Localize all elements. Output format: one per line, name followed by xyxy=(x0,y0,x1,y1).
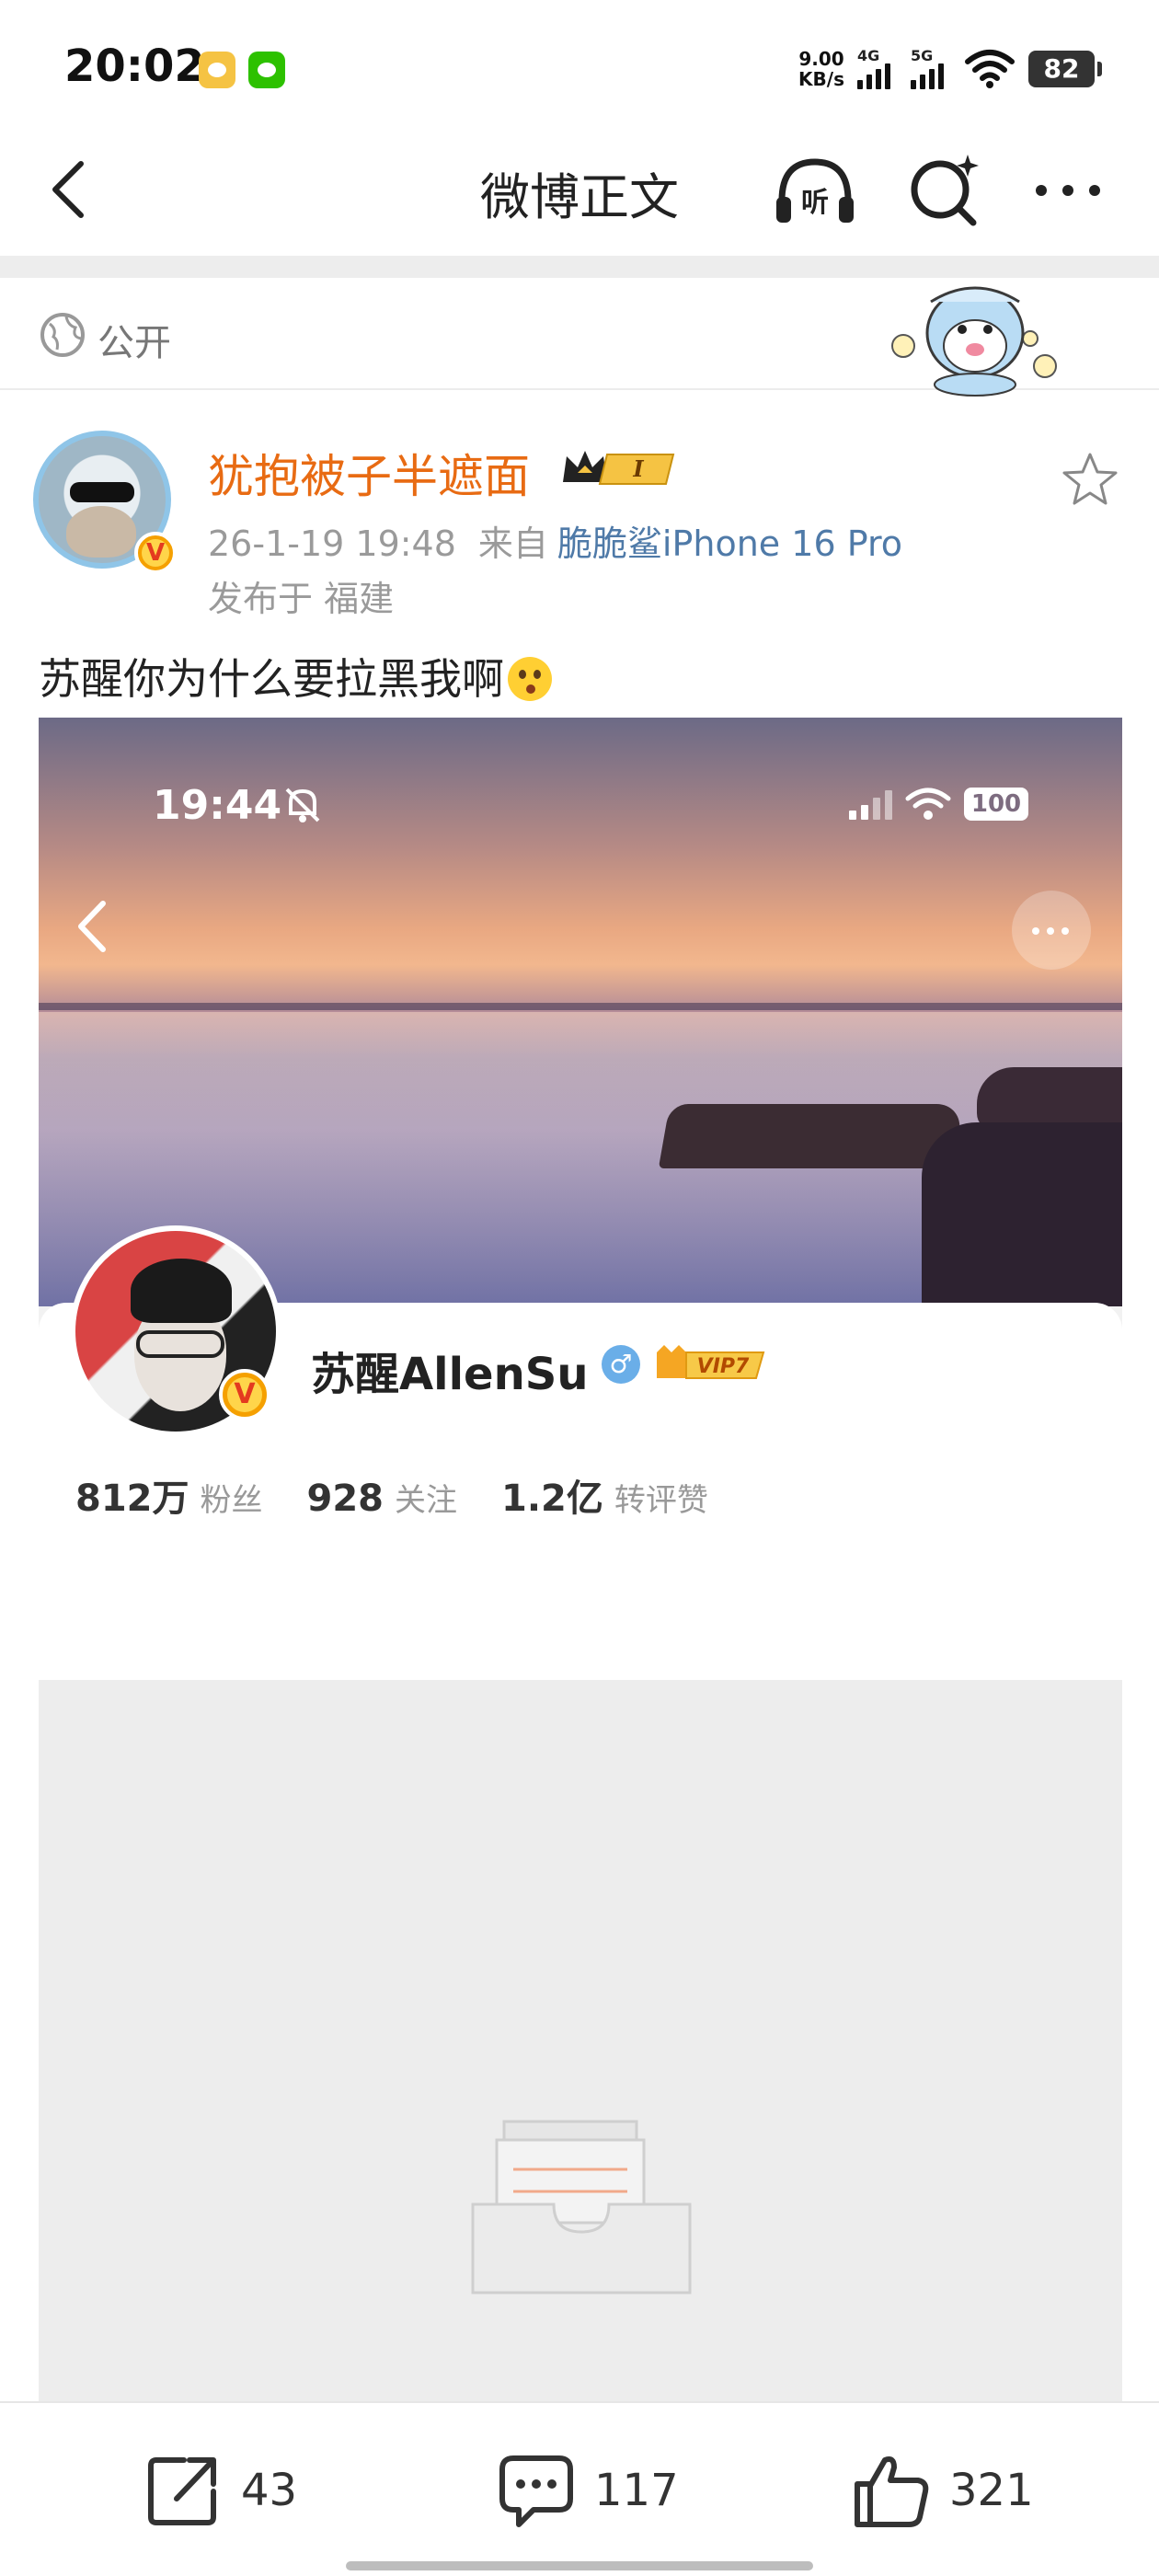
comment-button[interactable]: 117 xyxy=(497,2449,679,2532)
net-speed-unit: KB/s xyxy=(798,68,844,90)
net-type-label: 5G xyxy=(911,47,934,64)
inner-status-right: 100 xyxy=(849,788,1028,821)
device-link[interactable]: 脆脆鲨iPhone 16 Pro xyxy=(557,523,902,564)
wechat-icon xyxy=(248,52,285,88)
net-speed-value: 9.00 xyxy=(798,48,844,70)
vip-crown-badge-icon: VIP7 xyxy=(657,1345,765,1379)
embedded-verified-badge-icon: V xyxy=(219,1369,270,1420)
inner-status-time: 19:44 xyxy=(153,782,282,829)
mute-bell-icon xyxy=(285,788,320,822)
search-sparkle-icon[interactable] xyxy=(903,149,986,232)
inner-more-dots-icon xyxy=(1012,891,1091,970)
male-gender-icon: ♂ xyxy=(602,1345,640,1384)
stat-following: 928 关注 xyxy=(306,1478,458,1520)
profile-stats: 812万 粉丝 928 关注 1.2亿 转评赞 xyxy=(75,1468,708,1522)
embedded-profile-name: 苏醒AllenSu xyxy=(311,1349,589,1400)
comment-count: 117 xyxy=(594,2465,679,2516)
status-time: 20:02 xyxy=(64,40,205,92)
surprised-face-emoji-icon xyxy=(508,657,552,701)
signal-icon: 4G xyxy=(857,47,898,89)
vip-label: VIP7 xyxy=(697,1355,750,1378)
stat-interactions: 1.2亿 转评赞 xyxy=(501,1478,708,1520)
home-indicator[interactable] xyxy=(346,2561,813,2570)
visibility-label: 公开 xyxy=(98,322,171,364)
post-text-content: 苏醒你为什么要拉黑我啊 xyxy=(39,654,504,704)
share-icon xyxy=(148,2457,216,2525)
post-location: 发布于 福建 xyxy=(208,579,395,619)
author-username[interactable]: 犹抱被子半遮面 xyxy=(208,440,530,506)
verified-v-badge-icon: V xyxy=(134,532,177,574)
level-badge-label: I xyxy=(632,455,644,482)
listen-headphones-icon[interactable]: 听 xyxy=(769,149,861,232)
author-avatar[interactable]: V xyxy=(33,431,177,574)
wifi-icon xyxy=(965,50,1015,88)
stat-followers: 812万 粉丝 xyxy=(75,1478,263,1520)
thumbs-up-icon xyxy=(855,2456,929,2527)
section-divider xyxy=(0,256,1159,278)
post-meta: 26-1-19 19:48 来自 脆脆鲨iPhone 16 Pro xyxy=(208,515,902,566)
inner-battery-icon: 100 xyxy=(964,788,1028,821)
nav-bar: 微博正文 听 xyxy=(0,129,1159,248)
battery-icon: 82 xyxy=(1028,51,1102,87)
share-button[interactable]: 43 xyxy=(143,2449,297,2532)
more-dots-icon[interactable] xyxy=(1027,149,1109,232)
signal-icon: 5G xyxy=(911,47,951,89)
inner-signal-icon xyxy=(849,788,892,820)
comment-bubble-icon xyxy=(499,2455,573,2527)
like-button[interactable]: 321 xyxy=(852,2449,1034,2532)
shark-mascot-sticker-icon xyxy=(891,286,1057,397)
embedded-profile-card: V 苏醒AllenSu ♂ VIP7 812万 粉丝 928 关注 1.2亿 转评赞 xyxy=(39,1225,1122,1546)
globe-icon xyxy=(40,313,85,357)
post-image[interactable]: 19:44 100 V 苏醒AllenSu ♂ VIP7 812万 粉丝 928… xyxy=(39,718,1122,1546)
listen-label: 听 xyxy=(801,187,829,219)
crown-level-badge-icon[interactable]: I xyxy=(557,445,677,493)
from-label: 来自 xyxy=(477,523,548,564)
inner-wifi-icon xyxy=(905,788,951,820)
net-type-label: 4G xyxy=(857,47,880,64)
net-speed: 9.00 KB/s xyxy=(798,49,844,89)
post-timestamp: 26-1-19 19:48 xyxy=(208,523,456,564)
weibo-icon xyxy=(199,52,235,88)
visibility-row: 公开 xyxy=(0,278,1159,397)
status-right: 9.00 KB/s 4G 5G 82 xyxy=(798,46,1102,92)
image-loading-placeholder[interactable] xyxy=(39,1680,1122,2401)
like-count: 321 xyxy=(949,2465,1034,2516)
bottom-action-bar: 43 117 321 xyxy=(0,2401,1159,2576)
share-count: 43 xyxy=(241,2465,298,2516)
empty-inbox-placeholder-icon xyxy=(471,2120,692,2294)
inner-back-arrow-icon xyxy=(78,901,106,952)
favorite-star-icon[interactable] xyxy=(1061,451,1119,508)
status-bar: 20:02 9.00 KB/s 4G 5G 82 xyxy=(0,0,1159,138)
post-text: 苏醒你为什么要拉黑我啊 xyxy=(39,646,552,707)
